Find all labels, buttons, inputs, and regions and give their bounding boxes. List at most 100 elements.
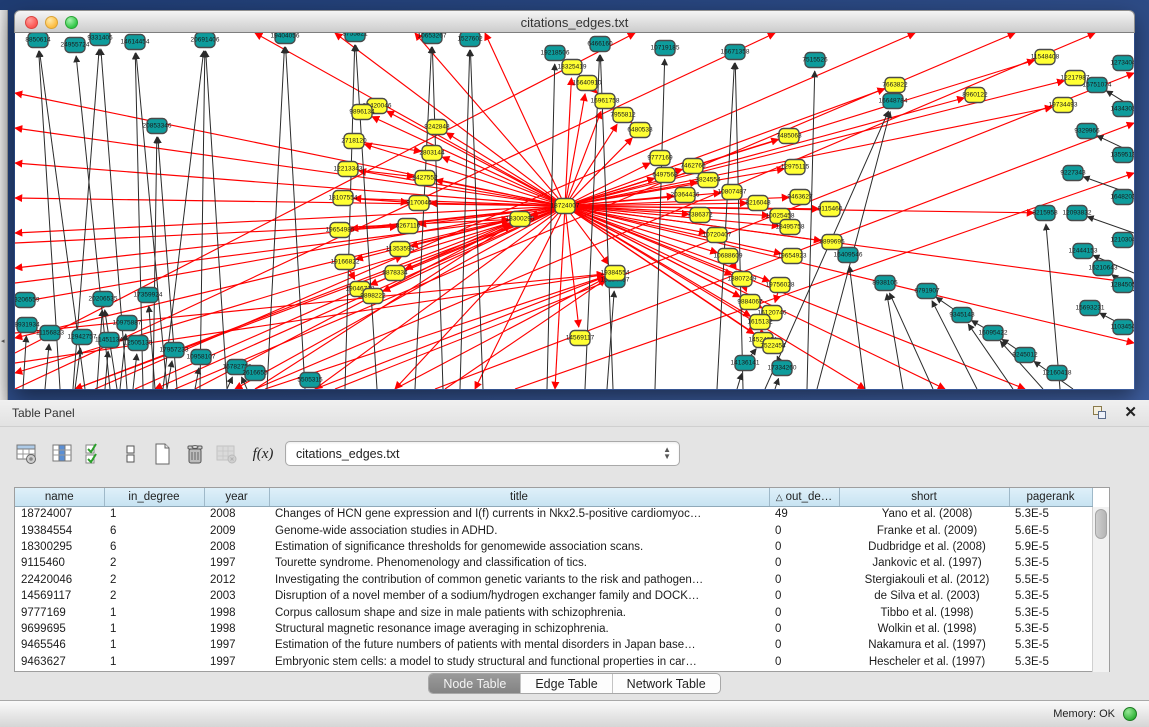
cell-name[interactable]: 14569117: [15, 588, 104, 604]
cell-name[interactable]: 9699695: [15, 621, 104, 637]
citation-edge-red[interactable]: [335, 73, 1134, 389]
cell-name[interactable]: 9465546: [15, 637, 104, 653]
graph-node[interactable]: 11156823: [36, 326, 64, 341]
cell-out_degree[interactable]: 0: [769, 604, 839, 620]
graph-node[interactable]: 8878334: [382, 266, 408, 281]
table-mode-icon[interactable]: [14, 441, 40, 467]
cell-title[interactable]: Disruption of a novel member of a sodium…: [269, 588, 769, 604]
citation-edge-black[interactable]: [849, 266, 865, 389]
graph-node[interactable]: 9170046: [406, 196, 432, 211]
citation-edge-black[interactable]: [890, 293, 933, 389]
citation-edge-black[interactable]: [717, 63, 734, 389]
graph-node[interactable]: 20691406: [191, 33, 220, 48]
column-header-title[interactable]: title: [269, 488, 769, 506]
graph-node[interactable]: 19654985: [326, 223, 355, 238]
column-header-out_degree[interactable]: △out_de…: [769, 488, 839, 506]
graph-node[interactable]: 23206559: [15, 293, 40, 308]
graph-node[interactable]: 11353594: [386, 242, 415, 257]
cell-pagerank[interactable]: 5.9E-5: [1009, 539, 1092, 555]
cell-short[interactable]: Dudbridge et al. (2008): [839, 539, 1009, 555]
cell-short[interactable]: Nakamura et al. (1997): [839, 637, 1009, 653]
graph-node[interactable]: 17957233: [160, 343, 189, 358]
cell-name[interactable]: 22420046: [15, 572, 104, 588]
delete-columns-icon[interactable]: [182, 441, 208, 467]
graph-node[interactable]: 2803144: [419, 146, 445, 161]
table-selector-dropdown[interactable]: citations_edges.txt ▲▼: [285, 441, 680, 466]
graph-node[interactable]: 12505135: [124, 336, 153, 351]
citation-edge-black[interactable]: [45, 344, 49, 389]
graph-node[interactable]: 20364436: [671, 188, 700, 203]
graph-node[interactable]: 10807487: [718, 185, 747, 200]
citation-edge-black[interactable]: [1087, 217, 1134, 233]
cell-in_degree[interactable]: 6: [104, 522, 204, 538]
graph-node[interactable]: 19218506: [541, 46, 570, 61]
graph-node[interactable]: 9331405: [87, 33, 113, 46]
graph-node[interactable]: 9227343: [1060, 166, 1086, 181]
cell-pagerank[interactable]: 5.3E-5: [1009, 506, 1092, 522]
graph-node[interactable]: 1615132: [747, 315, 773, 330]
cell-year[interactable]: 1998: [204, 621, 269, 637]
table-row[interactable]: 1456911722003Disruption of a novel membe…: [15, 588, 1092, 604]
cell-year[interactable]: 1997: [204, 637, 269, 653]
graph-node[interactable]: 9245012: [1012, 348, 1038, 363]
column-header-name[interactable]: name: [15, 488, 104, 506]
citation-edge-red[interactable]: [573, 207, 779, 226]
cell-year[interactable]: 1998: [204, 604, 269, 620]
graph-node[interactable]: 6497568: [652, 168, 678, 183]
cell-name[interactable]: 18300295: [15, 539, 104, 555]
graph-node[interactable]: 9896134: [349, 105, 375, 120]
graph-node[interactable]: 16961758: [591, 94, 620, 109]
graph-node[interactable]: 11548408: [1031, 50, 1060, 65]
graph-node[interactable]: 18495758: [776, 220, 805, 235]
cell-year[interactable]: 2008: [204, 539, 269, 555]
graph-node[interactable]: 8267110: [396, 219, 421, 234]
graph-node[interactable]: 14136141: [731, 356, 760, 371]
graph-node[interactable]: 14569117: [566, 331, 595, 346]
graph-node[interactable]: 6466160: [587, 37, 613, 52]
graph-node[interactable]: 19734493: [1049, 98, 1078, 113]
citation-edge-black[interactable]: [735, 63, 743, 389]
graph-node[interactable]: 16210643: [1089, 261, 1118, 276]
node-table[interactable]: namein_degreeyeartitle△out_de…shortpager…: [14, 487, 1110, 672]
cell-out_degree[interactable]: 0: [769, 588, 839, 604]
cell-title[interactable]: Genome-wide association studies in ADHD.: [269, 522, 769, 538]
cell-year[interactable]: 2003: [204, 588, 269, 604]
cell-in_degree[interactable]: 1: [104, 637, 204, 653]
citation-edge-black[interactable]: [227, 377, 232, 389]
cell-year[interactable]: 2008: [204, 506, 269, 522]
cell-in_degree[interactable]: 6: [104, 539, 204, 555]
cell-pagerank[interactable]: 5.3E-5: [1009, 588, 1092, 604]
graph-node[interactable]: 10653267: [418, 33, 447, 44]
citation-edge-red[interactable]: [565, 78, 571, 198]
window-titlebar[interactable]: citations_edges.txt: [14, 10, 1135, 33]
cell-in_degree[interactable]: 1: [104, 604, 204, 620]
table-row[interactable]: 946362711997Embryonic stem cells: a mode…: [15, 654, 1092, 670]
cell-in_degree[interactable]: 2: [104, 572, 204, 588]
table-scrollbar[interactable]: [1092, 507, 1109, 672]
cell-out_degree[interactable]: 0: [769, 539, 839, 555]
graph-node[interactable]: 9345143: [949, 308, 975, 323]
graph-node[interactable]: 1359513: [1110, 148, 1134, 163]
delete-table-icon[interactable]: [214, 441, 240, 467]
cell-short[interactable]: de Silva et al. (2003): [839, 588, 1009, 604]
cell-year[interactable]: 1997: [204, 555, 269, 571]
citation-edge-red[interactable]: [573, 81, 1065, 204]
collapse-arrow-icon[interactable]: ◂: [1, 337, 5, 345]
cell-title[interactable]: Changes of HCN gene expression and I(f) …: [269, 506, 769, 522]
graph-node[interactable]: 8755821: [342, 33, 368, 42]
graph-node[interactable]: 1648203: [1110, 190, 1134, 205]
graph-node[interactable]: 1284505: [1110, 278, 1134, 293]
graph-node[interactable]: 10719185: [651, 41, 680, 56]
graph-node[interactable]: 8215958: [1032, 206, 1058, 221]
citation-edge-black[interactable]: [887, 294, 903, 389]
column-header-short[interactable]: short: [839, 488, 1009, 506]
graph-node[interactable]: 10958107: [187, 350, 216, 365]
table-row[interactable]: 1938455462009Genome-wide association stu…: [15, 522, 1092, 538]
citation-edge-black[interactable]: [23, 336, 26, 389]
citation-edge-black[interactable]: [470, 50, 483, 389]
select-all-rows-icon[interactable]: [82, 441, 108, 467]
citation-edge-red[interactable]: [745, 287, 747, 292]
graph-node[interactable]: 19756028: [766, 278, 795, 293]
graph-node[interactable]: 24955724: [61, 38, 90, 53]
graph-node[interactable]: 9898222: [360, 289, 386, 304]
